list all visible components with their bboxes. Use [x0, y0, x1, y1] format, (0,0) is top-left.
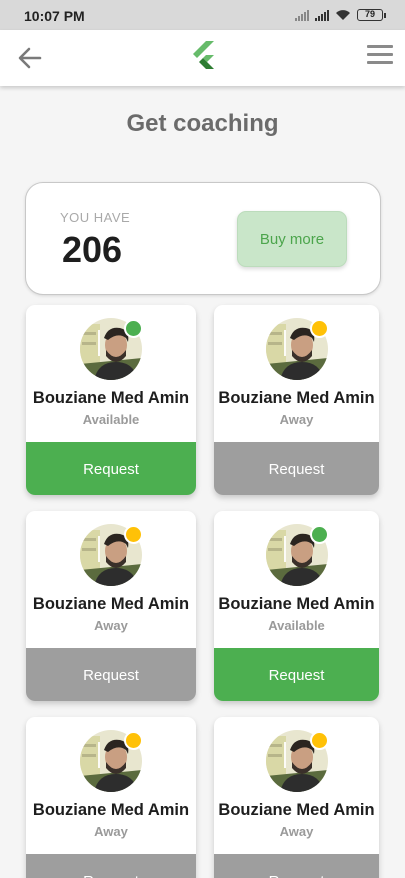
coach-name: Bouziane Med Amin [218, 801, 375, 819]
coach-card: Bouziane Med Amin Available Request [26, 305, 196, 495]
status-dot [124, 525, 143, 544]
coach-status: Away [94, 618, 128, 633]
flutter-logo-icon [193, 41, 214, 69]
coach-status: Away [279, 824, 314, 839]
status-dot [124, 319, 143, 338]
status-icons: 79 [295, 9, 386, 21]
page-title: Get coaching [126, 110, 279, 137]
status-dot [309, 319, 329, 338]
request-button[interactable]: Request [214, 854, 379, 878]
balance-label: YOU HAVE [60, 210, 131, 225]
buy-more-button[interactable]: Buy more [237, 211, 347, 267]
coach-card: Bouziane Med Amin Away Request [26, 511, 196, 701]
app-bar [0, 30, 405, 86]
wifi-icon [336, 10, 350, 20]
arrow-left-icon[interactable] [16, 44, 44, 72]
coach-name: Bouziane Med Amin [32, 595, 190, 613]
coach-status: Away [279, 412, 314, 427]
coach-status: Available [268, 618, 325, 633]
avatar [265, 318, 329, 380]
battery-icon: 79 [357, 9, 386, 21]
request-button[interactable]: Request [26, 854, 196, 878]
status-time: 10:07 PM [24, 8, 85, 24]
hamburger-menu-icon[interactable] [367, 45, 393, 69]
coach-status: Away [94, 824, 128, 839]
avatar [265, 730, 329, 792]
status-bar: 10:07 PM 79 [0, 0, 405, 30]
coach-name: Bouziane Med Amin [32, 801, 190, 819]
avatar [265, 524, 329, 586]
balance-value: 206 [62, 229, 123, 270]
signal-icon [295, 9, 309, 21]
avatar [80, 524, 143, 586]
coach-card: Bouziane Med Amin Away Request [214, 305, 379, 495]
avatar [80, 318, 143, 380]
request-button[interactable]: Request [214, 442, 379, 495]
coach-name: Bouziane Med Amin [218, 389, 375, 407]
coach-card: Bouziane Med Amin Away Request [26, 717, 196, 878]
request-button[interactable]: Request [214, 648, 379, 701]
status-dot [309, 731, 329, 750]
coach-name: Bouziane Med Amin [218, 595, 375, 613]
coach-status: Available [82, 412, 140, 427]
signal-icon [315, 9, 329, 21]
coach-name: Bouziane Med Amin [32, 389, 190, 407]
request-button[interactable]: Request [26, 442, 196, 495]
coach-card: Bouziane Med Amin Available Request [214, 511, 379, 701]
avatar [80, 730, 143, 792]
coach-card: Bouziane Med Amin Away Request [214, 717, 379, 878]
status-dot [309, 525, 329, 544]
balance-card: YOU HAVE 206 Buy more [25, 182, 381, 295]
request-button[interactable]: Request [26, 648, 196, 701]
status-dot [124, 731, 143, 750]
